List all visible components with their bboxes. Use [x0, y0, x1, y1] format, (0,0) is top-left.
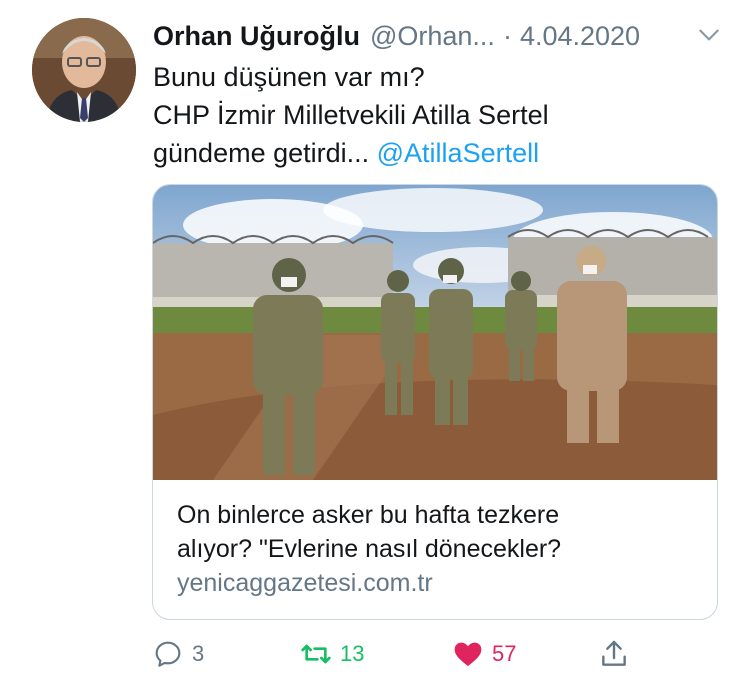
reply-icon: [155, 641, 181, 667]
like-button[interactable]: 57: [452, 632, 516, 676]
tweet-header: Orhan Uğuroğlu @Orhan... · 4.04.2020: [153, 18, 730, 54]
link-card[interactable]: On binlerce asker bu hafta tezkere alıyo…: [152, 184, 718, 620]
tweet-text: Bunu düşünen var mı? CHP İzmir Milletvek…: [153, 58, 713, 172]
avatar-photo: [32, 18, 136, 122]
mention-link[interactable]: @AtillaSertell: [377, 138, 539, 168]
share-icon: [602, 640, 626, 666]
chevron-down-icon[interactable]: [696, 22, 722, 48]
reply-button[interactable]: 3: [152, 632, 204, 676]
tweet-text-fragment: gündeme getirdi...: [153, 138, 377, 168]
retweet-button[interactable]: 13: [300, 632, 364, 676]
card-title-line: On binlerce asker bu hafta tezkere: [177, 501, 560, 529]
reply-count: 3: [192, 641, 205, 666]
tweet-text-line: gündeme getirdi... @AtillaSertell: [153, 134, 713, 172]
tweet-text-line: CHP İzmir Milletvekili Atilla Sertel: [153, 100, 549, 130]
author-avatar[interactable]: [32, 18, 136, 122]
card-title: On binlerce asker bu hafta tezkere alıyo…: [177, 498, 697, 566]
card-domain: yenicaggazetesi.com.tr: [177, 569, 433, 597]
heart-icon: [454, 642, 482, 666]
tweet-actions: 3 13 57: [152, 632, 652, 676]
card-image: [153, 185, 717, 480]
header-separator: ·: [502, 20, 512, 51]
retweet-icon: [301, 644, 331, 664]
tweet-date[interactable]: 4.04.2020: [520, 21, 640, 52]
author-handle[interactable]: @Orhan...: [370, 21, 495, 52]
tweet-text-line: Bunu düşünen var mı?: [153, 62, 425, 92]
retweet-count: 13: [340, 641, 365, 666]
like-count: 57: [492, 641, 517, 666]
author-name[interactable]: Orhan Uğuroğlu: [153, 21, 360, 52]
card-title-line: alıyor? "Evlerine nasıl dönecekler?: [177, 535, 562, 563]
share-button[interactable]: [598, 632, 638, 676]
